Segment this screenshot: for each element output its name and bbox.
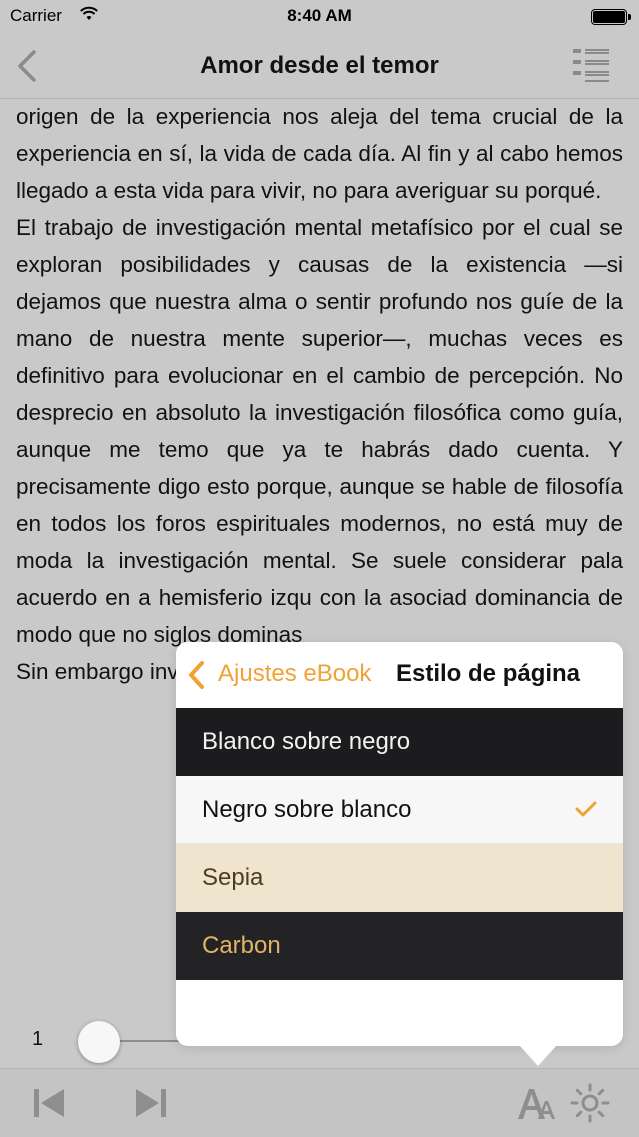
- previous-chapter-icon[interactable]: [30, 1085, 70, 1121]
- style-option-label: Negro sobre blanco: [202, 796, 412, 823]
- brightness-icon[interactable]: [570, 1083, 610, 1123]
- style-option-label: Sepia: [202, 864, 264, 891]
- bottom-toolbar: [0, 1068, 639, 1137]
- style-option-label: Blanco sobre negro: [202, 728, 411, 755]
- ebook-settings-back-button[interactable]: Ajustes eBook: [218, 660, 371, 688]
- style-option-black-on-white[interactable]: Negro sobre blanco: [176, 776, 623, 844]
- popover-title: Estilo de página: [396, 660, 581, 687]
- chevron-left-icon[interactable]: [186, 659, 208, 691]
- status-bar: Carrier 8:40 AM: [0, 0, 639, 34]
- font-size-icon[interactable]: [516, 1085, 558, 1121]
- clock: 8:40 AM: [287, 6, 352, 25]
- table-of-contents-icon[interactable]: [571, 46, 611, 86]
- paragraph: El trabajo de investigación mental metaf…: [16, 215, 623, 647]
- book-title: Amor desde el temor: [200, 52, 439, 79]
- page-slider-thumb[interactable]: [78, 1021, 120, 1063]
- style-option-white-on-black[interactable]: Blanco sobre negro: [176, 708, 623, 776]
- battery-icon: [591, 9, 631, 25]
- next-chapter-icon[interactable]: [130, 1085, 170, 1121]
- page-style-popover: Ajustes eBook Estilo de página Blanco so…: [176, 642, 623, 1066]
- page-number: 1: [32, 1028, 44, 1050]
- popover-arrow: [520, 1046, 556, 1066]
- popover-header: Ajustes eBook Estilo de página: [176, 642, 623, 708]
- style-option-sepia[interactable]: Sepia: [176, 844, 623, 912]
- style-option-label: Carbon: [202, 932, 281, 959]
- navigation-bar: Amor desde el temor: [0, 34, 639, 99]
- paragraph: origen de la experiencia nos aleja del t…: [16, 104, 623, 203]
- checkmark-icon: [575, 801, 597, 817]
- style-option-carbon[interactable]: Carbon: [176, 912, 623, 980]
